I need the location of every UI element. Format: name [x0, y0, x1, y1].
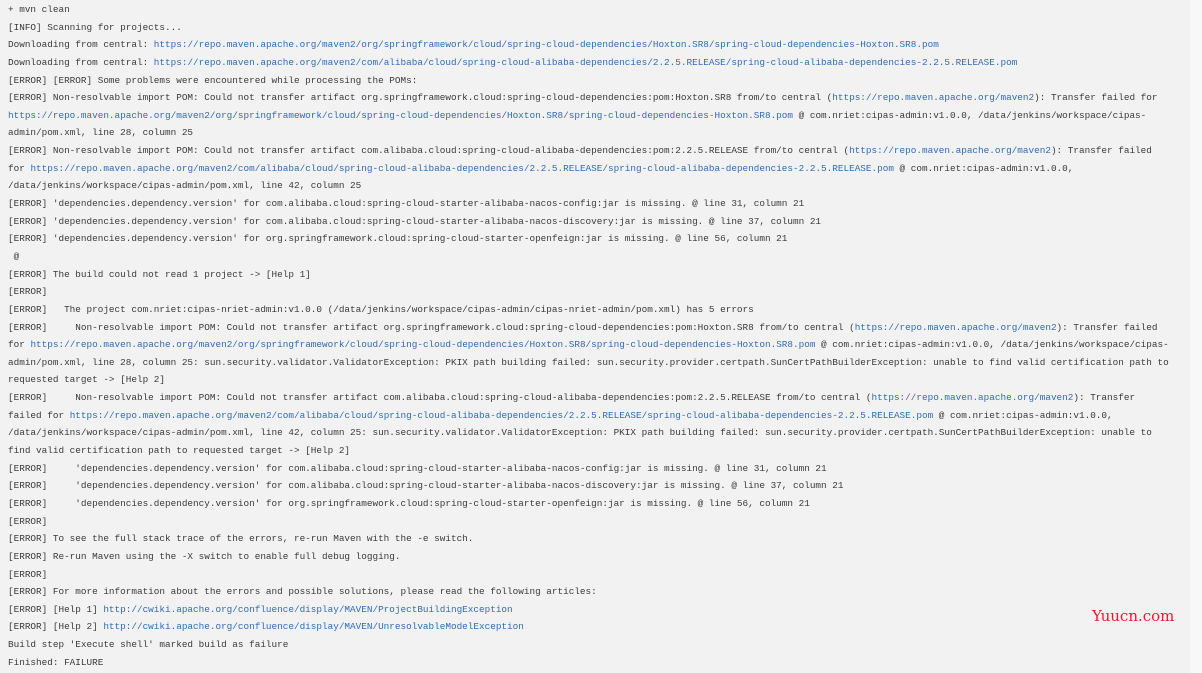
console-line: [ERROR] Non-resolvable import POM: Could…	[8, 89, 1169, 107]
console-text: [ERROR] The project com.nriet:cipas-nrie…	[8, 303, 754, 315]
watermark-logo: Yuucn.com	[1092, 607, 1175, 625]
console-text: ): Transfer failed	[1056, 321, 1158, 333]
console-lines: + mvn clean [INFO] Scanning for projects.…	[8, 1, 1169, 671]
console-text: + mvn clean	[8, 4, 70, 15]
console-link[interactable]: http://cwiki.apache.org/confluence/displ…	[103, 621, 524, 632]
console-text: [ERROR] 'dependencies.dependency.version…	[8, 198, 805, 210]
console-link[interactable]: https://repo.maven.apache.org/maven2/org…	[8, 110, 793, 121]
console-text: [ERROR] Non-resolvable import POM: Could…	[8, 321, 855, 333]
console-text: [ERROR] [Help 1]	[8, 603, 104, 615]
console-line: [ERROR] To see the full stack trace of t…	[8, 530, 1169, 548]
console-line: Downloading from central: https://repo.m…	[8, 54, 1169, 72]
console-line: [ERROR] 'dependencies.dependency.version…	[8, 195, 1169, 213]
console-text: Downloading from central:	[8, 39, 154, 51]
console-text: /data/jenkins/workspace/cipas-admin/pom.…	[8, 427, 1152, 439]
console-output: + mvn clean [INFO] Scanning for projects.…	[0, 0, 1190, 673]
console-line: [ERROR] Re-run Maven using the -X switch…	[8, 548, 1169, 566]
console-link[interactable]: https://repo.maven.apache.org/maven2	[849, 145, 1051, 156]
console-line: [ERROR] [Help 2] http://cwiki.apache.org…	[8, 618, 1169, 636]
scrollbar-track[interactable]	[1190, 0, 1202, 673]
console-line: [ERROR] The build could not read 1 proje…	[8, 266, 1169, 284]
console-text: requested target -> [Help 2]	[8, 374, 166, 386]
console-text: [ERROR] [Help 2]	[8, 621, 104, 633]
console-line: for https://repo.maven.apache.org/maven2…	[8, 160, 1169, 178]
console-text: for	[8, 162, 31, 174]
console-text: admin/pom.xml, line 28, column 25: sun.s…	[8, 356, 1169, 368]
console-text: [ERROR]	[8, 515, 48, 527]
console-line: [INFO] Scanning for projects...	[8, 19, 1169, 37]
console-line: admin/pom.xml, line 28, column 25	[8, 124, 1169, 142]
console-link[interactable]: https://repo.maven.apache.org/maven2/org…	[154, 39, 939, 50]
console-text: @ com.nriet:cipas-admin:v1.0.0,	[933, 409, 1113, 421]
console-line: [ERROR]	[8, 513, 1169, 531]
console-text: [ERROR] 'dependencies.dependency.version…	[8, 497, 810, 509]
console-text: ): Transfer	[1073, 392, 1136, 404]
console-text: [ERROR] [ERROR] Some problems were encou…	[8, 74, 418, 86]
console-line: [ERROR] 'dependencies.dependency.version…	[8, 230, 1169, 248]
console-text: [ERROR] To see the full stack trace of t…	[8, 533, 474, 545]
console-line: [ERROR] 'dependencies.dependency.version…	[8, 460, 1169, 478]
console-link[interactable]: https://repo.maven.apache.org/maven2/com…	[70, 410, 934, 421]
console-line: /data/jenkins/workspace/cipas-admin/pom.…	[8, 424, 1169, 442]
console-text: [ERROR] Non-resolvable import POM: Could…	[8, 92, 833, 104]
console-text: [ERROR]	[8, 568, 48, 580]
console-line: [ERROR] 'dependencies.dependency.version…	[8, 495, 1169, 513]
console-text: [ERROR] The build could not read 1 proje…	[8, 268, 311, 280]
console-text: Finished: FAILURE	[8, 656, 104, 668]
console-text: [ERROR] 'dependencies.dependency.version…	[8, 462, 827, 474]
console-line: @	[8, 248, 1169, 266]
console-line: [ERROR]	[8, 566, 1169, 584]
console-text: [ERROR] Re-run Maven using the -X switch…	[8, 550, 401, 562]
console-line: [ERROR] Non-resolvable import POM: Could…	[8, 142, 1169, 160]
console-line: failed for https://repo.maven.apache.org…	[8, 407, 1169, 425]
console-line: requested target -> [Help 2]	[8, 371, 1169, 389]
console-text: Build step 'Execute shell' marked build …	[8, 639, 289, 651]
console-line: [ERROR] [Help 1] http://cwiki.apache.org…	[8, 601, 1169, 619]
console-text: admin/pom.xml, line 28, column 25	[8, 127, 194, 139]
console-line: [ERROR] Non-resolvable import POM: Could…	[8, 319, 1169, 337]
console-line: https://repo.maven.apache.org/maven2/org…	[8, 107, 1169, 125]
console-line: [ERROR] The project com.nriet:cipas-nrie…	[8, 301, 1169, 319]
console-line: admin/pom.xml, line 28, column 25: sun.s…	[8, 354, 1169, 372]
console-text: [ERROR] For more information about the e…	[8, 586, 597, 598]
console-text: @ com.nriet:cipas-admin:v1.0.0,	[893, 162, 1074, 174]
console-line: [ERROR] For more information about the e…	[8, 583, 1169, 601]
console-text: @ com.nriet:cipas-admin:v1.0.0, /data/je…	[793, 109, 1147, 121]
console-line: [ERROR]	[8, 283, 1169, 301]
console-line: for https://repo.maven.apache.org/maven2…	[8, 336, 1169, 354]
console-link[interactable]: http://cwiki.apache.org/confluence/displ…	[103, 604, 512, 615]
console-text: find valid certification path to request…	[8, 445, 351, 457]
console-text: [ERROR] 'dependencies.dependency.version…	[8, 480, 844, 492]
console-text: Downloading from central:	[8, 56, 154, 68]
console-text: [ERROR] 'dependencies.dependency.version…	[8, 233, 788, 245]
console-link[interactable]: https://repo.maven.apache.org/maven2	[832, 92, 1034, 103]
console-line: Build step 'Execute shell' marked build …	[8, 636, 1169, 654]
console-text: /data/jenkins/workspace/cipas-admin/pom.…	[8, 180, 362, 192]
console-link[interactable]: https://repo.maven.apache.org/maven2/com…	[154, 57, 1018, 68]
console-text: failed for	[8, 409, 70, 421]
console-text: for	[8, 339, 31, 351]
console-line: Finished: FAILURE	[8, 654, 1169, 672]
console-line: [ERROR] Non-resolvable import POM: Could…	[8, 389, 1169, 407]
console-text: [ERROR] Non-resolvable import POM: Could…	[8, 392, 872, 404]
console-text: @ com.nriet:cipas-admin:v1.0.0, /data/je…	[815, 339, 1169, 351]
console-text: ): Transfer failed	[1050, 145, 1152, 157]
console-link[interactable]: https://repo.maven.apache.org/maven2/org…	[30, 339, 815, 350]
console-line: + mvn clean	[8, 1, 1169, 19]
console-line: Downloading from central: https://repo.m…	[8, 36, 1169, 54]
console-text: [ERROR]	[8, 286, 48, 298]
console-link[interactable]: https://repo.maven.apache.org/maven2/com…	[30, 163, 894, 174]
console-link[interactable]: https://repo.maven.apache.org/maven2	[855, 322, 1057, 333]
console-line: [ERROR] [ERROR] Some problems were encou…	[8, 72, 1169, 90]
console-link[interactable]: https://repo.maven.apache.org/maven2	[872, 392, 1074, 403]
console-text: [INFO] Scanning for projects...	[8, 21, 182, 33]
console-text: [ERROR] 'dependencies.dependency.version…	[8, 215, 822, 227]
console-line: /data/jenkins/workspace/cipas-admin/pom.…	[8, 177, 1169, 195]
console-text: ): Transfer failed for	[1034, 92, 1158, 104]
console-text: [ERROR] Non-resolvable import POM: Could…	[8, 145, 850, 157]
console-text: @	[8, 250, 20, 262]
console-line: find valid certification path to request…	[8, 442, 1169, 460]
console-line: [ERROR] 'dependencies.dependency.version…	[8, 477, 1169, 495]
console-line: [ERROR] 'dependencies.dependency.version…	[8, 213, 1169, 231]
